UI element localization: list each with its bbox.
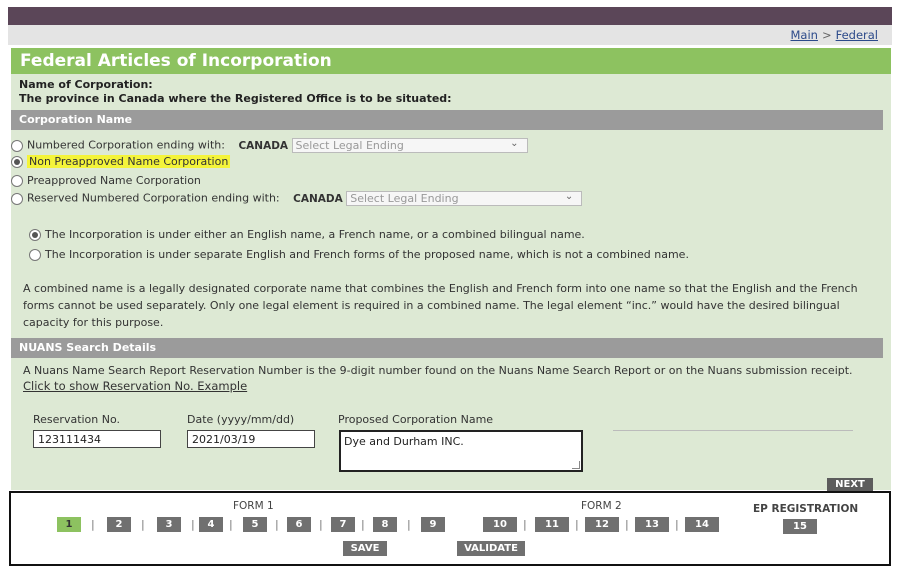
reserved-numbered-label: Reserved Numbered Corporation ending wit… [27,191,280,205]
option-non-preapproved[interactable]: Non Preapproved Name Corporation [11,155,231,168]
name-of-corporation-label: Name of Corporation: [19,78,153,91]
page-button-7[interactable]: 7 [331,517,355,532]
option-numbered-corporation[interactable]: Numbered Corporation ending with: CANADA… [11,138,528,153]
page-button-14[interactable]: 14 [685,517,719,532]
page-button-10[interactable]: 10 [483,517,517,532]
form2-label: FORM 2 [581,500,622,512]
chevron-down-icon: ⌄ [564,191,574,202]
numbered-corporation-prefix: CANADA [238,139,289,152]
non-preapproved-label: Non Preapproved Name Corporation [27,155,231,168]
reservation-no-input[interactable]: 123111434 [33,430,161,448]
reserved-numbered-radio[interactable] [11,192,23,205]
page-button-12[interactable]: 12 [585,517,619,532]
page-separator: | [141,518,145,531]
page-separator: | [675,518,679,531]
combined-name-info: A combined name is a legally designated … [23,282,858,329]
option-separate-name-forms[interactable]: The Incorporation is under separate Engl… [29,248,689,261]
proposed-name-textarea[interactable]: Dye and Durham INC. [339,430,583,472]
breadcrumb-federal-link[interactable]: Federal [836,28,878,42]
save-button[interactable]: SAVE [343,541,387,556]
resize-grip-icon[interactable] [572,461,580,469]
page-button-9[interactable]: 9 [421,517,445,532]
show-reservation-example-link[interactable]: Click to show Reservation No. Example [23,379,247,393]
form1-label: FORM 1 [233,500,274,512]
proposed-name-label: Proposed Corporation Name [338,413,494,426]
date-input[interactable]: 2021/03/19 [187,430,315,448]
separate-name-forms-label: The Incorporation is under separate Engl… [45,248,689,261]
nuans-section-header: NUANS Search Details [11,338,883,358]
nuans-info: A Nuans Name Search Report Reservation N… [23,364,853,377]
reserved-legal-ending-select[interactable]: Select Legal Ending ⌄ [346,191,583,206]
non-preapproved-radio[interactable] [11,156,23,168]
page-button-2[interactable]: 2 [107,517,131,532]
page-button-3[interactable]: 3 [157,517,181,532]
reservation-no-label: Reservation No. [33,413,121,426]
page-button-5[interactable]: 5 [243,517,267,532]
numbered-legal-ending-select[interactable]: Select Legal Ending ⌄ [291,138,528,153]
page-separator: | [361,518,365,531]
ep-registration-label: EP REGISTRATION [753,503,859,515]
page-separator: | [523,518,527,531]
breadcrumb: Main > Federal [8,25,892,45]
breadcrumb-separator: > [821,28,832,42]
numbered-corporation-label: Numbered Corporation ending with: [27,138,225,152]
option-preapproved[interactable]: Preapproved Name Corporation [11,174,201,187]
top-bar [8,7,892,25]
date-label: Date (yyyy/mm/dd) [187,413,295,426]
page-button-15[interactable]: 15 [783,519,817,534]
page-separator: | [575,518,579,531]
page-separator: | [275,518,279,531]
reserved-legal-ending-placeholder: Select Legal Ending [350,192,459,205]
corporation-name-section-header: Corporation Name [11,110,883,130]
proposed-name-value: Dye and Durham INC. [344,435,464,448]
numbered-corporation-radio[interactable] [11,139,23,152]
breadcrumb-main-link[interactable]: Main [791,28,818,42]
page-button-1[interactable]: 1 [57,517,81,532]
page-title: Federal Articles of Incorporation [11,48,891,74]
province-label: The province in Canada where the Registe… [19,92,452,105]
page-button-8[interactable]: 8 [373,517,397,532]
page-separator: | [229,518,233,531]
option-single-name-form[interactable]: The Incorporation is under either an Eng… [29,228,585,241]
single-name-form-radio[interactable] [29,229,41,241]
page-separator: | [407,518,411,531]
page-button-11[interactable]: 11 [535,517,569,532]
page-button-6[interactable]: 6 [287,517,311,532]
page-navigation: FORM 1 FORM 2 EP REGISTRATION 1 | 2 | 3 … [9,491,891,566]
page-button-4[interactable]: 4 [199,517,223,532]
single-name-form-label: The Incorporation is under either an Eng… [45,228,585,241]
next-button[interactable]: NEXT [827,478,873,492]
preapproved-radio[interactable] [11,175,23,187]
numbered-legal-ending-placeholder: Select Legal Ending [295,139,404,152]
preapproved-label: Preapproved Name Corporation [27,174,201,187]
reserved-numbered-prefix: CANADA [293,192,343,205]
chevron-down-icon: ⌄ [510,138,519,149]
validate-button[interactable]: VALIDATE [457,541,525,556]
page-button-13[interactable]: 13 [635,517,669,532]
divider-line [613,430,853,431]
page-separator: | [191,518,195,531]
page-separator: | [91,518,95,531]
page-separator: | [319,518,323,531]
form-content: Name of Corporation: The province in Can… [11,74,891,492]
page-separator: | [625,518,629,531]
separate-name-forms-radio[interactable] [29,249,41,261]
option-reserved-numbered[interactable]: Reserved Numbered Corporation ending wit… [11,191,583,206]
